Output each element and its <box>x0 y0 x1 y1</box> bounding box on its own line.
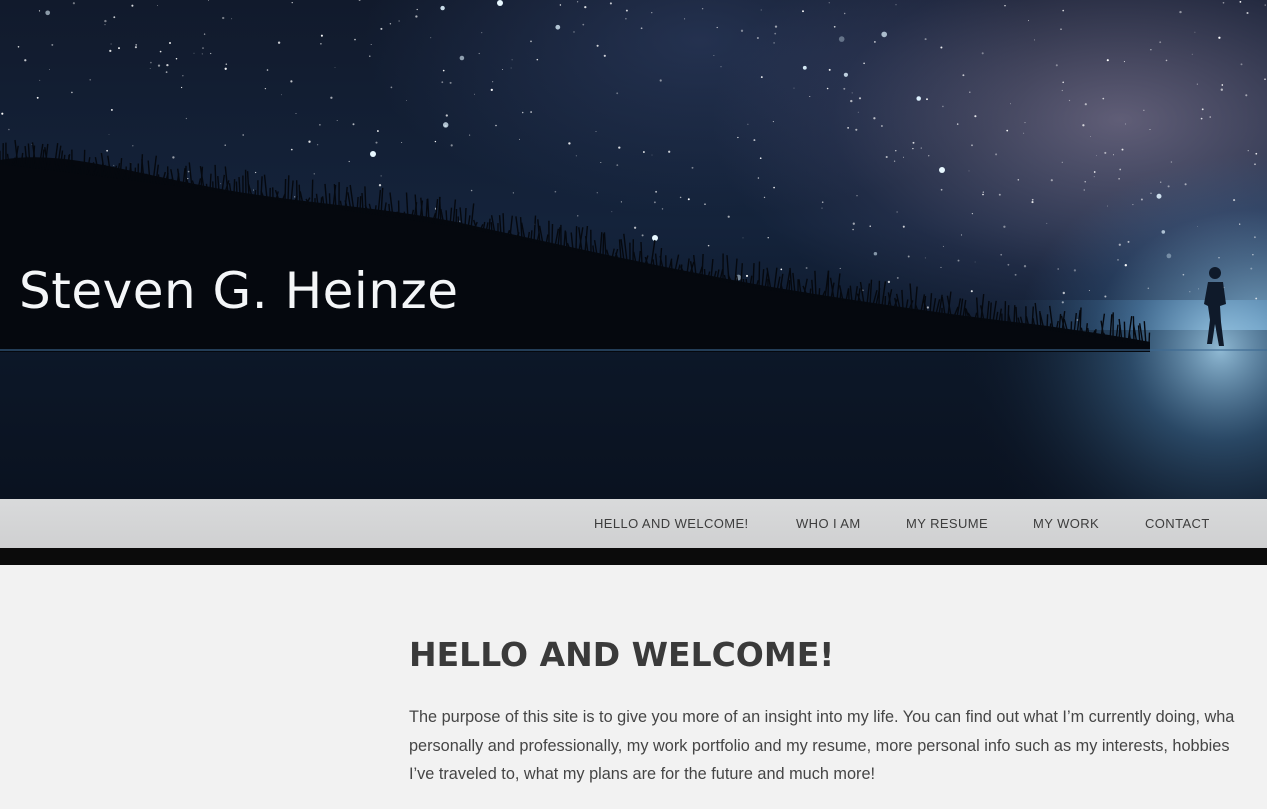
intro-line: The purpose of this site is to give you … <box>409 708 1235 726</box>
main-navigation: HELLO AND WELCOME! WHO I AM MY RESUME MY… <box>0 499 1267 548</box>
intro-paragraph: The purpose of this site is to give you … <box>409 703 1267 789</box>
runner-silhouette <box>1204 267 1226 346</box>
intro-line: personally and professionally, my work p… <box>409 736 1230 755</box>
nav-item-contact[interactable]: CONTACT <box>1145 499 1210 548</box>
nav-item-who-i-am[interactable]: WHO I AM <box>796 499 861 548</box>
intro-line: I’ve traveled to, what my plans are for … <box>409 765 876 783</box>
site-title[interactable]: Steven G. Heinze <box>19 262 459 320</box>
horizon-silhouette <box>0 139 1267 499</box>
page-heading: HELLO AND WELCOME! <box>409 635 835 674</box>
nav-item-hello-and-welcome[interactable]: HELLO AND WELCOME! <box>594 499 749 548</box>
nav-item-my-work[interactable]: MY WORK <box>1033 499 1099 548</box>
nav-divider-strip <box>0 548 1267 565</box>
nav-item-my-resume[interactable]: MY RESUME <box>906 499 988 548</box>
main-content: HELLO AND WELCOME! The purpose of this s… <box>409 565 1267 809</box>
hero-banner: Steven G. Heinze <box>0 0 1267 499</box>
